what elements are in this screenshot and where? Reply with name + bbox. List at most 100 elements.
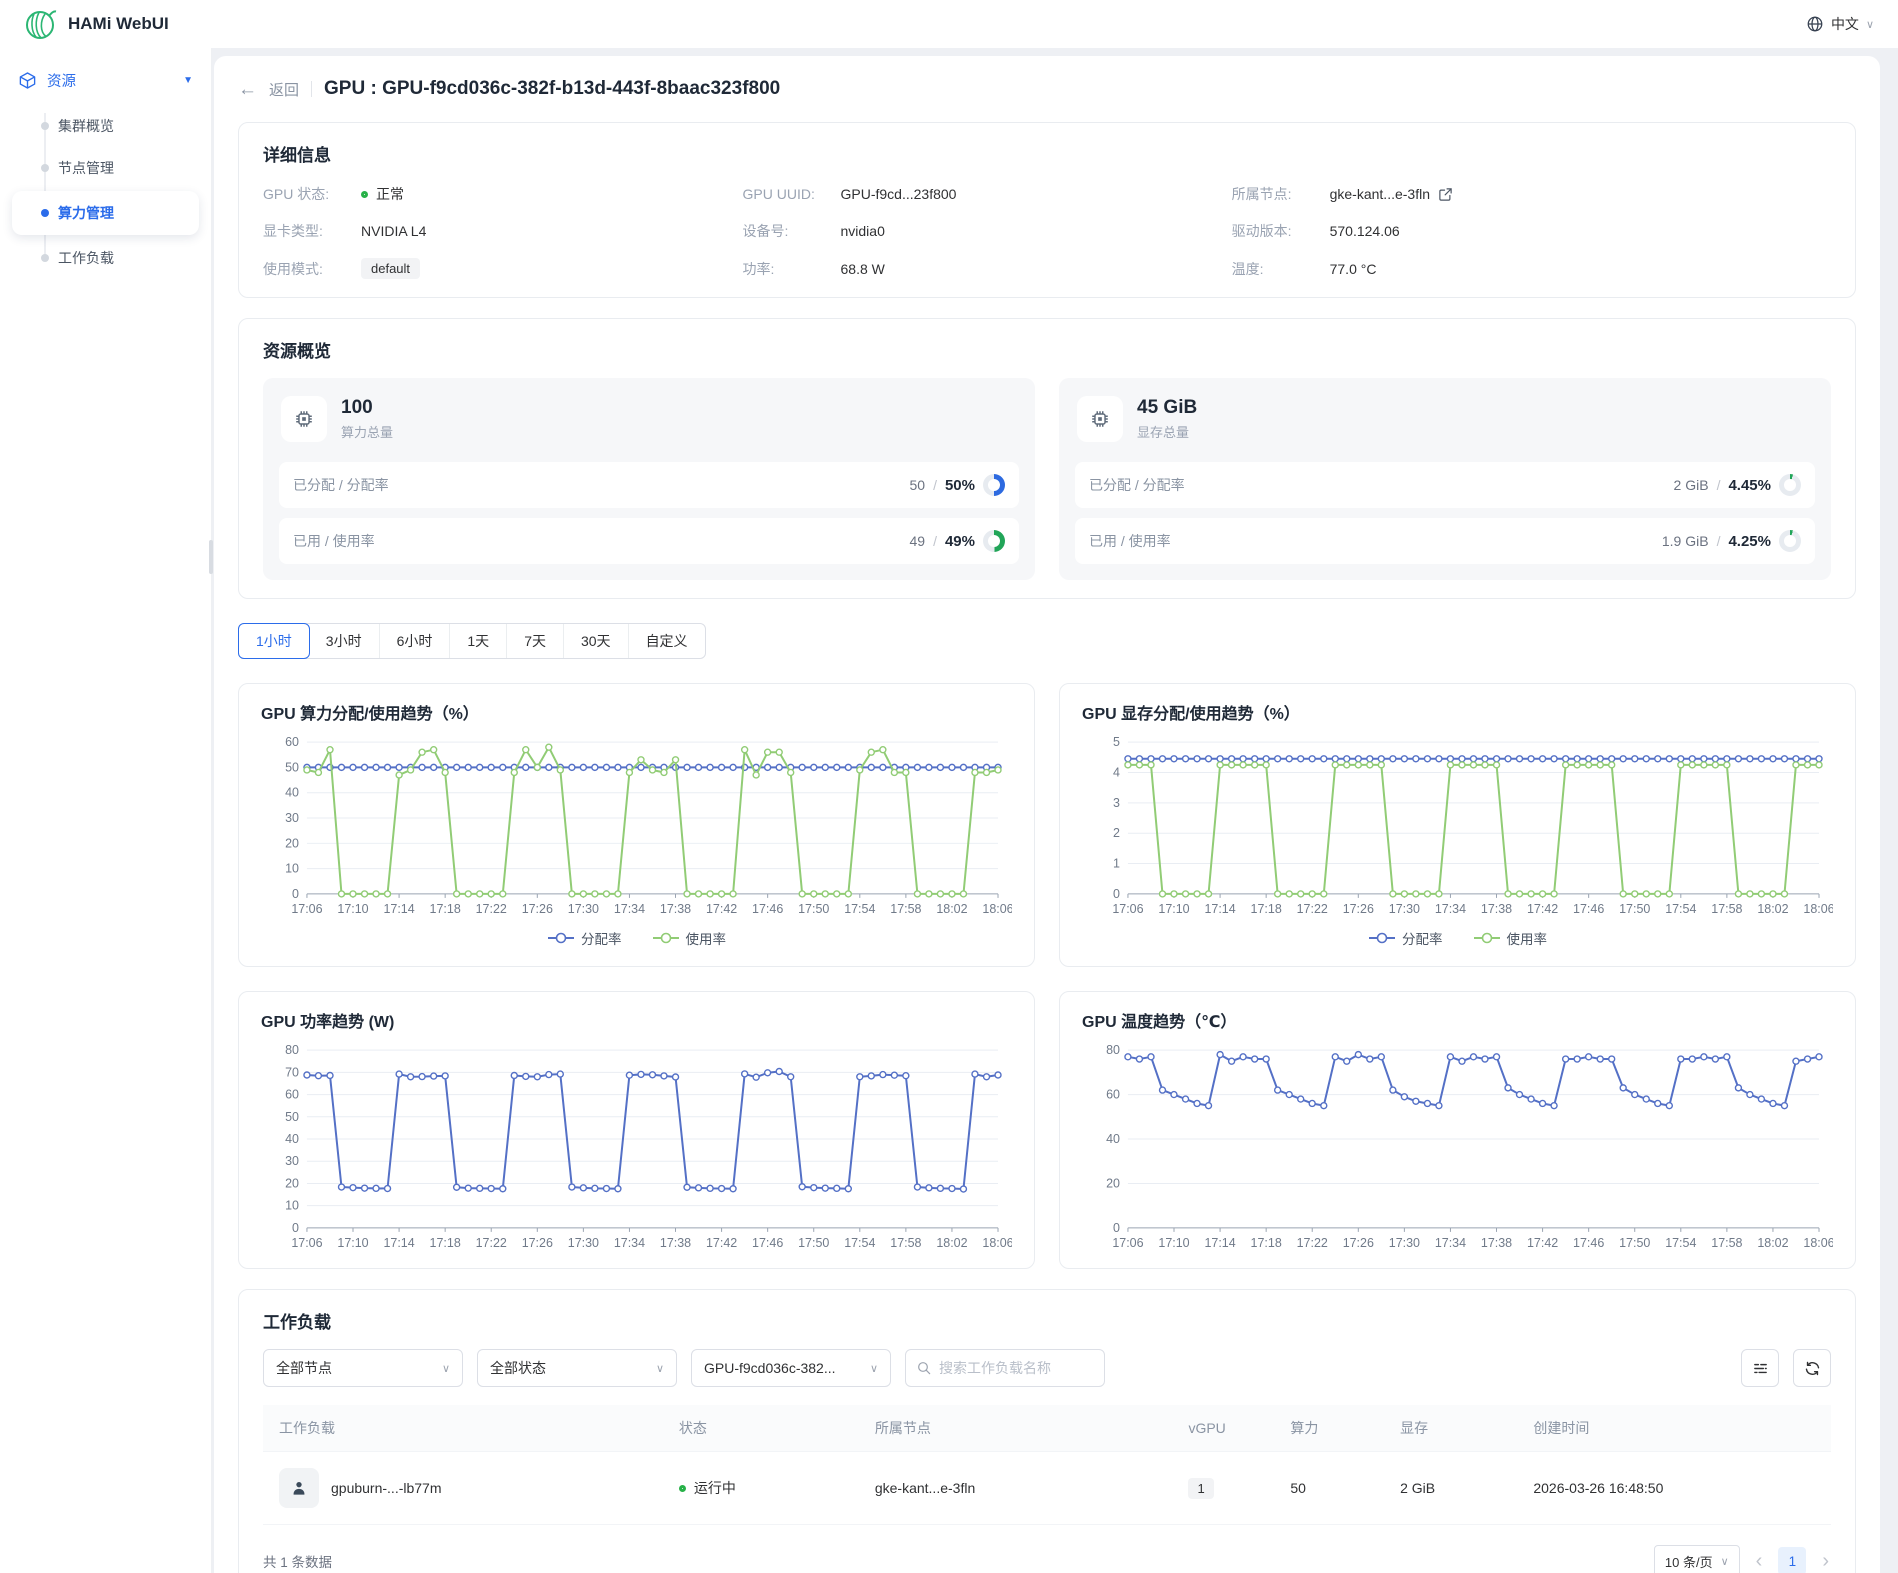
next-page-icon[interactable]: › bbox=[1820, 1551, 1831, 1571]
language-label: 中文 bbox=[1831, 14, 1859, 34]
col-status: 状态 bbox=[663, 1405, 859, 1452]
overview-title: 资源概览 bbox=[263, 337, 1831, 362]
sidebar-item-node-management[interactable]: 节点管理 bbox=[0, 147, 211, 189]
workload-compute: 50 bbox=[1274, 1452, 1384, 1525]
sidebar-item-compute-management[interactable]: 算力管理 bbox=[12, 191, 199, 235]
header-divider bbox=[311, 81, 312, 97]
svg-text:18:06: 18:06 bbox=[982, 1236, 1012, 1250]
field-node: 所属节点: gke-kant...e-3fln bbox=[1232, 184, 1831, 204]
sidebar-item-workloads[interactable]: 工作负载 bbox=[0, 237, 211, 279]
svg-text:0: 0 bbox=[292, 887, 299, 901]
field-label: 所属节点: bbox=[1232, 184, 1320, 204]
refresh-button[interactable] bbox=[1793, 1349, 1831, 1387]
field-label: GPU 状态: bbox=[263, 184, 351, 204]
svg-text:17:34: 17:34 bbox=[1435, 1236, 1466, 1250]
svg-text:0: 0 bbox=[292, 1221, 299, 1235]
brand: HAMi WebUI bbox=[24, 7, 169, 41]
svg-text:10: 10 bbox=[285, 862, 299, 876]
tab-custom[interactable]: 自定义 bbox=[629, 624, 705, 658]
svg-text:20: 20 bbox=[285, 836, 299, 850]
compute-total: 100 bbox=[341, 397, 393, 419]
chevron-down-icon: ∨ bbox=[1721, 1555, 1729, 1568]
svg-text:17:18: 17:18 bbox=[1251, 1236, 1282, 1250]
row-percent: 50% bbox=[945, 477, 975, 494]
svg-text:60: 60 bbox=[285, 1088, 299, 1102]
svg-text:1: 1 bbox=[1113, 857, 1120, 871]
workload-vgpu: 1 bbox=[1188, 1478, 1213, 1499]
row-value: 1.9 GiB bbox=[1662, 533, 1709, 549]
svg-text:17:14: 17:14 bbox=[1204, 1236, 1235, 1250]
workload-search bbox=[905, 1349, 1105, 1387]
table-row[interactable]: gpuburn-...-lb77m 运行中 gke-kant...e-3fln … bbox=[263, 1452, 1831, 1525]
node-filter-select[interactable]: 全部节点 ∨ bbox=[263, 1349, 463, 1387]
legend-usage[interactable]: 使用率 bbox=[1473, 928, 1548, 948]
tab-7d[interactable]: 7天 bbox=[507, 624, 564, 658]
tree-dot bbox=[41, 209, 49, 217]
legend-allocation[interactable]: 分配率 bbox=[1368, 928, 1443, 948]
field-power: 功率: 68.8 W bbox=[743, 258, 1232, 279]
chart-title: GPU 显存分配/使用趋势（%） bbox=[1082, 700, 1833, 724]
chevron-down-icon: ∨ bbox=[870, 1362, 878, 1375]
tab-30d[interactable]: 30天 bbox=[564, 624, 629, 658]
svg-text:17:06: 17:06 bbox=[1112, 902, 1143, 916]
back-arrow-icon[interactable]: ← bbox=[238, 80, 257, 99]
svg-text:17:46: 17:46 bbox=[752, 1236, 783, 1250]
prev-page-icon[interactable]: ‹ bbox=[1754, 1551, 1765, 1571]
svg-text:17:58: 17:58 bbox=[890, 902, 921, 916]
legend-allocation[interactable]: 分配率 bbox=[547, 928, 622, 948]
workloads-table: 工作负载 状态 所属节点 vGPU 算力 显存 创建时间 bbox=[263, 1405, 1831, 1525]
back-button[interactable]: 返回 bbox=[269, 79, 299, 100]
sidebar-collapse-handle[interactable] bbox=[209, 540, 213, 574]
external-link-icon[interactable] bbox=[1438, 187, 1453, 202]
details-grid: GPU 状态: 正常 GPU UUID: GPU-f9cd...23f800 所… bbox=[263, 184, 1831, 279]
col-created: 创建时间 bbox=[1517, 1405, 1831, 1452]
svg-text:17:58: 17:58 bbox=[1711, 902, 1742, 916]
page-number[interactable]: 1 bbox=[1778, 1547, 1806, 1573]
field-label: 设备号: bbox=[743, 221, 831, 241]
tab-3h[interactable]: 3小时 bbox=[309, 624, 380, 658]
row-percent: 4.25% bbox=[1728, 533, 1771, 550]
sidebar: 资源 ▼ 集群概览 节点管理 算力管理 工作负载 bbox=[0, 48, 212, 1573]
display-settings-button[interactable] bbox=[1741, 1349, 1779, 1387]
tree-dot bbox=[41, 122, 49, 130]
svg-text:17:42: 17:42 bbox=[1527, 1236, 1558, 1250]
chart-card-compute-trend: GPU 算力分配/使用趋势（%） 010203040506017:0617:10… bbox=[238, 683, 1035, 967]
legend-usage[interactable]: 使用率 bbox=[652, 928, 727, 948]
field-label: 使用模式: bbox=[263, 259, 351, 279]
memory-trend-chart: 01234517:0617:1017:1417:1817:2217:2617:3… bbox=[1082, 732, 1833, 924]
field-driver-version: 驱动版本: 570.124.06 bbox=[1232, 221, 1831, 241]
field-label: GPU UUID: bbox=[743, 186, 831, 202]
compute-allocated-row: 已分配 / 分配率 50 / 50% bbox=[279, 462, 1019, 508]
col-vgpu: vGPU bbox=[1172, 1405, 1274, 1452]
page-panel: ← 返回 GPU : GPU-f9cd036c-382f-b13d-443f-8… bbox=[214, 56, 1880, 1573]
svg-text:17:26: 17:26 bbox=[1343, 902, 1374, 916]
details-card: 详细信息 GPU 状态: 正常 GPU UUID: GPU-f9cd...23f… bbox=[238, 122, 1856, 298]
time-range-tabs: 1小时 3小时 6小时 1天 7天 30天 自定义 bbox=[238, 623, 706, 659]
svg-text:17:54: 17:54 bbox=[1665, 1236, 1696, 1250]
svg-text:17:54: 17:54 bbox=[844, 1236, 875, 1250]
select-value: GPU-f9cd036c-382... bbox=[704, 1360, 836, 1376]
tab-1h[interactable]: 1小时 bbox=[238, 623, 310, 659]
workload-search-input[interactable] bbox=[939, 1360, 1094, 1376]
language-selector[interactable]: 中文 ∨ bbox=[1806, 14, 1874, 34]
svg-text:50: 50 bbox=[285, 1110, 299, 1124]
page-size-select[interactable]: 10 条/页 ∨ bbox=[1654, 1545, 1740, 1573]
chip-icon bbox=[1077, 396, 1123, 442]
page-size-value: 10 条/页 bbox=[1665, 1552, 1713, 1571]
sidebar-item-cluster-overview[interactable]: 集群概览 bbox=[0, 105, 211, 147]
gpu-filter-select[interactable]: GPU-f9cd036c-382... ∨ bbox=[691, 1349, 891, 1387]
svg-text:17:50: 17:50 bbox=[1619, 1236, 1650, 1250]
tab-1d[interactable]: 1天 bbox=[450, 624, 507, 658]
power-trend-chart: 0102030405060708017:0617:1017:1417:1817:… bbox=[261, 1040, 1012, 1258]
workloads-card: 工作负载 全部节点 ∨ 全部状态 ∨ GPU-f9cd036c-382... ∨ bbox=[238, 1289, 1856, 1573]
row-value: 49 bbox=[910, 533, 926, 549]
workload-name[interactable]: gpuburn-...-lb77m bbox=[331, 1480, 442, 1496]
tab-6h[interactable]: 6小时 bbox=[380, 624, 451, 658]
sidebar-section-resources[interactable]: 资源 ▼ bbox=[0, 58, 211, 103]
status-filter-select[interactable]: 全部状态 ∨ bbox=[477, 1349, 677, 1387]
field-value: NVIDIA L4 bbox=[361, 223, 426, 239]
row-percent: 4.45% bbox=[1728, 477, 1771, 494]
overview-card: 资源概览 100 算力总量 bbox=[238, 318, 1856, 599]
workload-icon bbox=[279, 1468, 319, 1508]
workload-node: gke-kant...e-3fln bbox=[859, 1452, 1173, 1525]
